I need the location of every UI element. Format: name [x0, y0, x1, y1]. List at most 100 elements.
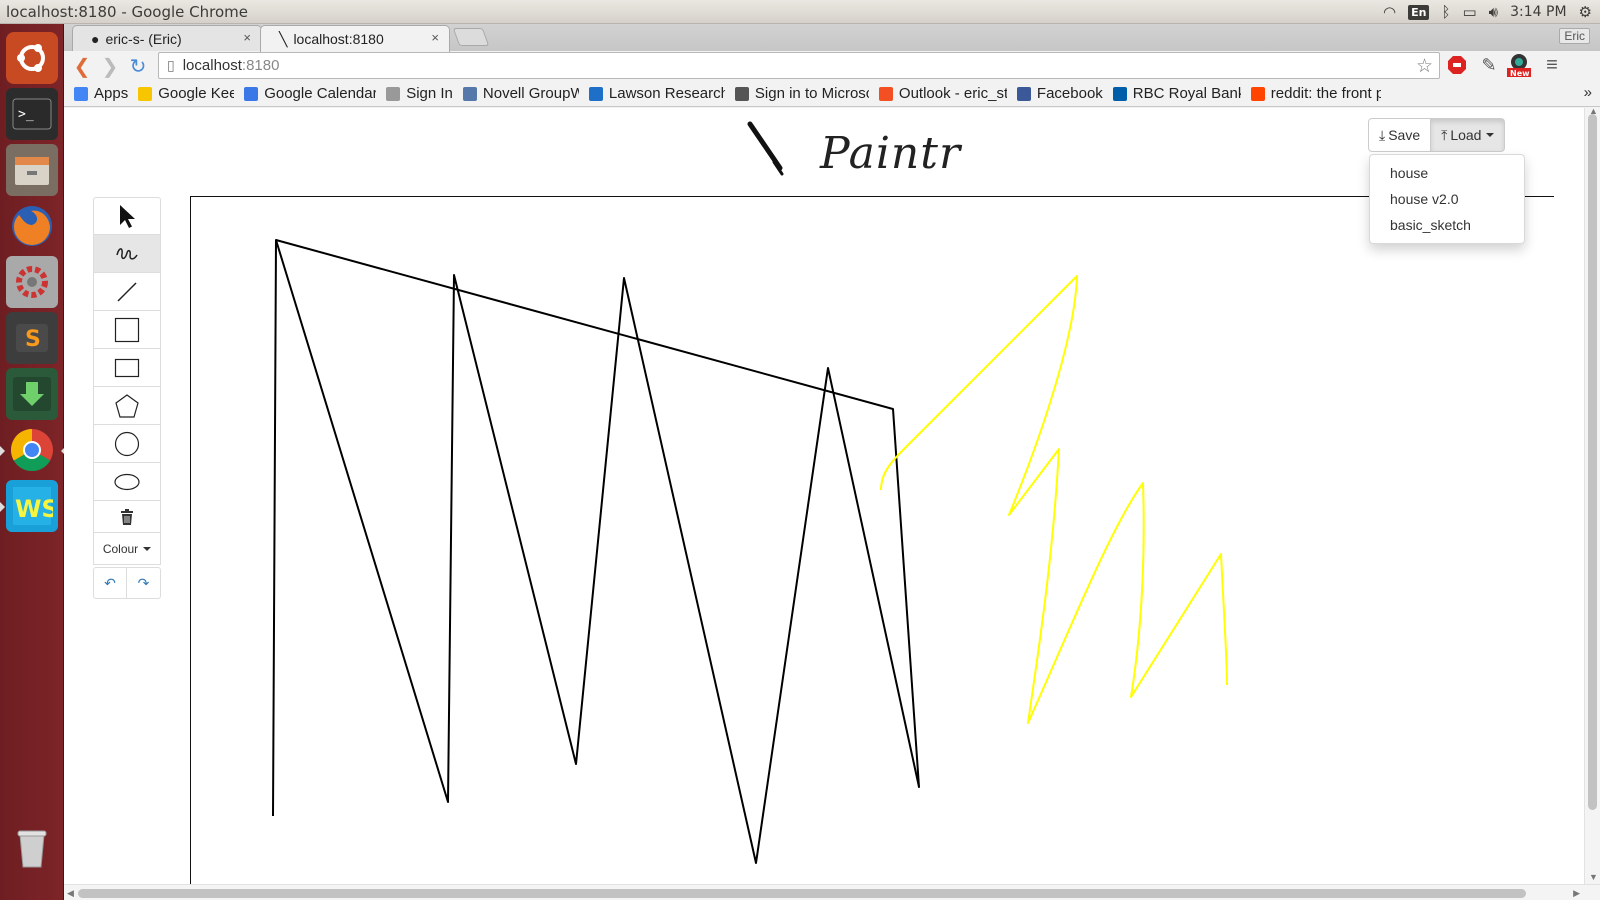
load-menu-item-house[interactable]: house: [1370, 160, 1524, 186]
colour-label: Colour: [102, 541, 139, 556]
chrome-icon[interactable]: [0, 424, 66, 476]
volume-icon[interactable]: 🔊︎: [1489, 3, 1498, 21]
sublime-text-icon[interactable]: S: [6, 312, 58, 364]
profile-button[interactable]: Eric: [1559, 28, 1590, 44]
window-title: localhost:8180 - Google Chrome: [6, 2, 249, 21]
canvas-drawing-surface: [272, 239, 1228, 864]
load-dropdown-menu: house house v2.0 basic_sketch: [1369, 154, 1525, 244]
scroll-left-arrow-icon[interactable]: ◀: [67, 888, 74, 899]
trash-icon[interactable]: [6, 822, 58, 874]
bookmark-item[interactable]: Google Calendar: [244, 85, 376, 102]
ubuntu-dash-icon[interactable]: [6, 32, 58, 84]
load-menu-item-basic-sketch[interactable]: basic_sketch: [1370, 212, 1524, 238]
paintr-favicon-icon: ╲: [279, 30, 288, 47]
bookmark-item[interactable]: Apps: [74, 85, 128, 102]
bookmark-star-icon[interactable]: ☆: [1416, 55, 1433, 78]
bookmark-label: RBC Royal Bank -: [1132, 85, 1241, 102]
bookmark-item[interactable]: Google Keep: [138, 85, 234, 102]
url-host: localhost: [182, 57, 242, 74]
rectangle-icon: [114, 358, 140, 377]
ellipse-tool[interactable]: [93, 463, 161, 501]
scroll-right-arrow-icon[interactable]: ▶: [1573, 888, 1580, 899]
bookmark-label: Sign in to Microsc: [754, 85, 869, 102]
bookmark-favicon-icon: [462, 86, 477, 101]
line-tool[interactable]: [93, 273, 161, 311]
bookmark-label: Novell GroupWis: [482, 85, 579, 102]
new-extension-icon[interactable]: New: [1506, 52, 1532, 78]
battery-icon[interactable]: ▭: [1462, 3, 1476, 21]
svg-text:>_: >_: [18, 107, 34, 122]
files-icon[interactable]: [6, 144, 58, 196]
rectangle-tool[interactable]: [93, 349, 161, 387]
save-load-group: ⤓ Save ⤒ Load: [1368, 118, 1506, 152]
pentagon-icon: [115, 393, 139, 418]
bookmarks-overflow-button[interactable]: »: [1584, 84, 1592, 101]
bookmark-item[interactable]: Lawson Research: [588, 85, 725, 102]
paintr-page: Paintr ⤓ Save ⤒ Load house house v2.0 ba…: [64, 108, 1600, 900]
bluetooth-icon[interactable]: ᛒ: [1441, 3, 1450, 21]
vertical-scrollbar[interactable]: ▲ ▼: [1584, 108, 1600, 884]
redo-button[interactable]: ↷: [127, 567, 161, 599]
tool-palette: Colour ↶ ↷: [93, 197, 161, 599]
clear-canvas-tool[interactable]: [93, 501, 161, 533]
pointer-tool[interactable]: [93, 197, 161, 235]
system-settings-icon[interactable]: [6, 256, 58, 308]
bookmark-label: Facebook: [1036, 85, 1103, 102]
bookmark-favicon-icon: [138, 86, 153, 101]
horizontal-scroll-thumb[interactable]: [78, 889, 1526, 898]
save-button[interactable]: ⤓ Save: [1368, 118, 1432, 152]
forward-button[interactable]: ❯: [96, 52, 124, 80]
bookmark-item[interactable]: Novell GroupWis: [462, 85, 579, 102]
software-updater-icon[interactable]: [6, 368, 58, 420]
line-icon: [117, 281, 137, 302]
tab-github[interactable]: ● eric-s- (Eric) ×: [72, 25, 262, 51]
bookmark-item[interactable]: Sign in to Microsc: [734, 85, 869, 102]
close-tab-icon[interactable]: ×: [243, 30, 251, 45]
bookmark-item[interactable]: Outlook - eric_ste: [878, 85, 1007, 102]
bookmark-favicon-icon: [734, 86, 749, 101]
bookmark-item[interactable]: reddit: the front p: [1250, 85, 1381, 102]
tab-localhost[interactable]: ╲ localhost:8180 ×: [260, 25, 450, 52]
clock[interactable]: 3:14 PM: [1510, 4, 1566, 20]
bookmark-item[interactable]: Sign In: [386, 85, 453, 102]
polygon-tool[interactable]: [93, 387, 161, 425]
reload-button[interactable]: ↻: [124, 52, 152, 80]
settings-gear-icon[interactable]: ⚙: [1579, 3, 1592, 21]
colour-dropdown-button[interactable]: Colour: [93, 533, 161, 565]
terminal-icon[interactable]: >_: [6, 88, 58, 140]
drawing-canvas[interactable]: [190, 196, 1554, 900]
browser-toolbar: ❮ ❯ ↻ ▯ localhost:8180 ☆ ✎ New ≡: [64, 51, 1600, 81]
wifi-icon[interactable]: ◠: [1383, 3, 1396, 21]
bookmark-item[interactable]: RBC Royal Bank -: [1112, 85, 1241, 102]
tab-strip: ● eric-s- (Eric) × ╲ localhost:8180 × Er…: [64, 24, 1600, 52]
scroll-down-arrow-icon[interactable]: ▼: [1589, 872, 1598, 882]
bookmark-label: Google Keep: [158, 85, 235, 102]
app-title: Paintr: [820, 128, 961, 179]
system-top-panel: localhost:8180 - Google Chrome ◠ En ᛒ ▭ …: [0, 0, 1600, 24]
close-tab-icon[interactable]: ×: [431, 30, 439, 45]
load-menu-item-house-v2[interactable]: house v2.0: [1370, 186, 1524, 212]
circle-tool[interactable]: [93, 425, 161, 463]
address-bar[interactable]: ▯ localhost:8180 ☆: [158, 52, 1440, 79]
back-button[interactable]: ❮: [68, 52, 96, 80]
undo-redo-group: ↶ ↷: [93, 567, 161, 599]
bookmark-item[interactable]: Facebook: [1016, 85, 1103, 102]
tab-label: eric-s- (Eric): [105, 30, 182, 47]
eyedropper-extension-icon[interactable]: ✎: [1476, 52, 1502, 78]
bookmark-favicon-icon: [1250, 86, 1265, 101]
adblock-extension-icon[interactable]: [1444, 52, 1470, 78]
chrome-menu-icon[interactable]: ≡: [1539, 52, 1565, 78]
bookmark-label: Google Calendar: [264, 85, 377, 102]
keyboard-language-indicator[interactable]: En: [1408, 4, 1430, 20]
horizontal-scrollbar[interactable]: ◀ ▶: [64, 884, 1600, 900]
firefox-icon[interactable]: [6, 200, 58, 252]
webstorm-icon[interactable]: WS: [0, 480, 58, 532]
vertical-scroll-thumb[interactable]: [1588, 114, 1597, 810]
undo-button[interactable]: ↶: [93, 567, 127, 599]
load-dropdown-button[interactable]: ⤒ Load: [1431, 118, 1506, 152]
bookmark-favicon-icon: [74, 86, 88, 101]
freehand-tool[interactable]: [93, 235, 161, 273]
square-tool[interactable]: [93, 311, 161, 349]
unity-launcher: >_ S WS: [0, 24, 66, 900]
new-tab-button[interactable]: [452, 28, 490, 46]
